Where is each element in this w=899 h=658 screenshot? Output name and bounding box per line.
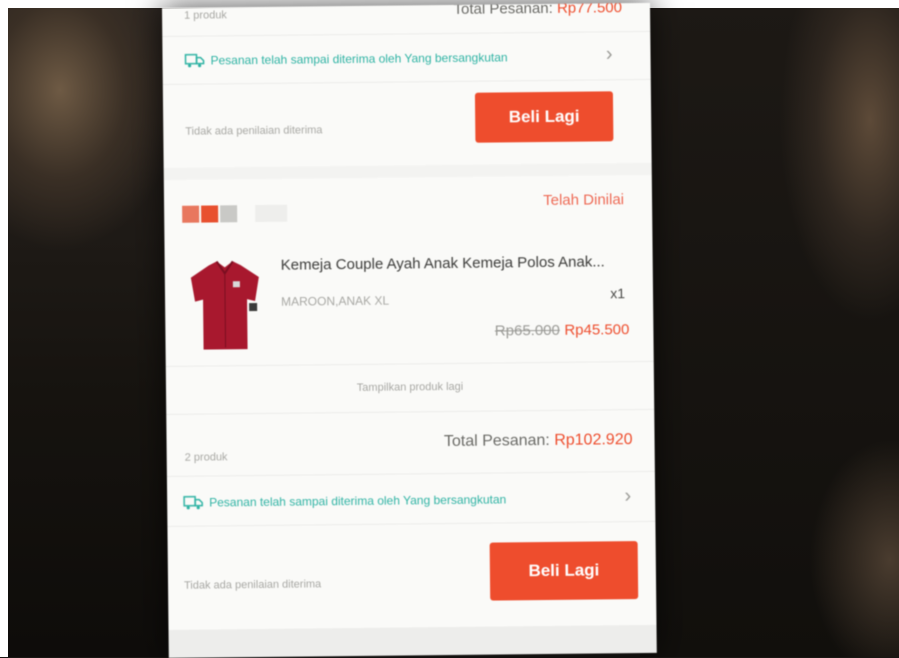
review-status: Tidak ada penilaian diterima (185, 124, 323, 138)
background-left (0, 0, 175, 657)
divider (162, 78, 651, 85)
show-more-products-link[interactable]: Tampilkan produk lagi (166, 379, 654, 396)
order-card-current: Telah Dinilai Kemeja Couple Ayah Anak Ke… (163, 174, 657, 658)
buy-again-button[interactable]: Beli Lagi (489, 541, 639, 601)
truck-icon (184, 53, 205, 68)
delivery-status-row[interactable]: Pesanan telah sampai diterima oleh Yang … (162, 35, 650, 80)
product-thumbnail-shirt-icon (190, 260, 259, 350)
delivery-status-text: Pesanan telah sampai diterima oleh Yang … (209, 492, 507, 510)
product-price: Rp65.000 Rp45.500 (495, 321, 630, 340)
chevron-right-icon: › (624, 485, 632, 508)
buy-again-button[interactable]: Beli Lagi (474, 91, 614, 143)
product-item[interactable]: Kemeja Couple Ayah Anak Kemeja Polos Ana… (164, 229, 653, 354)
frame-border-left (0, 0, 8, 657)
total-label: Total Pesanan: (453, 2, 553, 18)
total-value: Rp102.920 (554, 431, 633, 449)
product-name: Kemeja Couple Ayah Anak Kemeja Polos Ana… (280, 253, 605, 274)
total-label: Total Pesanan: (443, 431, 550, 451)
order-card-previous: 1 produk Total Pesanan: Rp77.500 Pesanan… (162, 2, 652, 168)
shop-logo-icon (182, 204, 289, 223)
divider (166, 408, 655, 415)
order-total: Total Pesanan: Rp77.500 (453, 3, 622, 18)
price-original: Rp65.000 (494, 321, 560, 340)
order-total: Total Pesanan: Rp102.920 (444, 431, 633, 451)
product-quantity: x1 (610, 285, 626, 302)
price-discount: Rp45.500 (564, 321, 630, 339)
order-status-badge: Telah Dinilai (543, 191, 625, 210)
product-count: 2 produk (184, 451, 228, 464)
delivery-status-text: Pesanan telah sampai diterima oleh Yang … (210, 50, 508, 68)
bottom-partial-card (168, 624, 657, 658)
total-value: Rp77.500 (556, 2, 623, 17)
truck-icon (183, 495, 203, 510)
chevron-right-icon: › (605, 43, 613, 66)
background-right (640, 0, 899, 657)
product-variant: MAROON,ANAK XL (281, 293, 390, 309)
delivery-status-row[interactable]: Pesanan telah sampai diterima oleh Yang … (167, 475, 655, 524)
phone-screen: 1 produk Total Pesanan: Rp77.500 Pesanan… (162, 2, 657, 658)
review-status: Tidak ada penilaian diterima (183, 578, 322, 592)
product-count: 1 produk (184, 9, 227, 22)
divider (165, 360, 654, 367)
